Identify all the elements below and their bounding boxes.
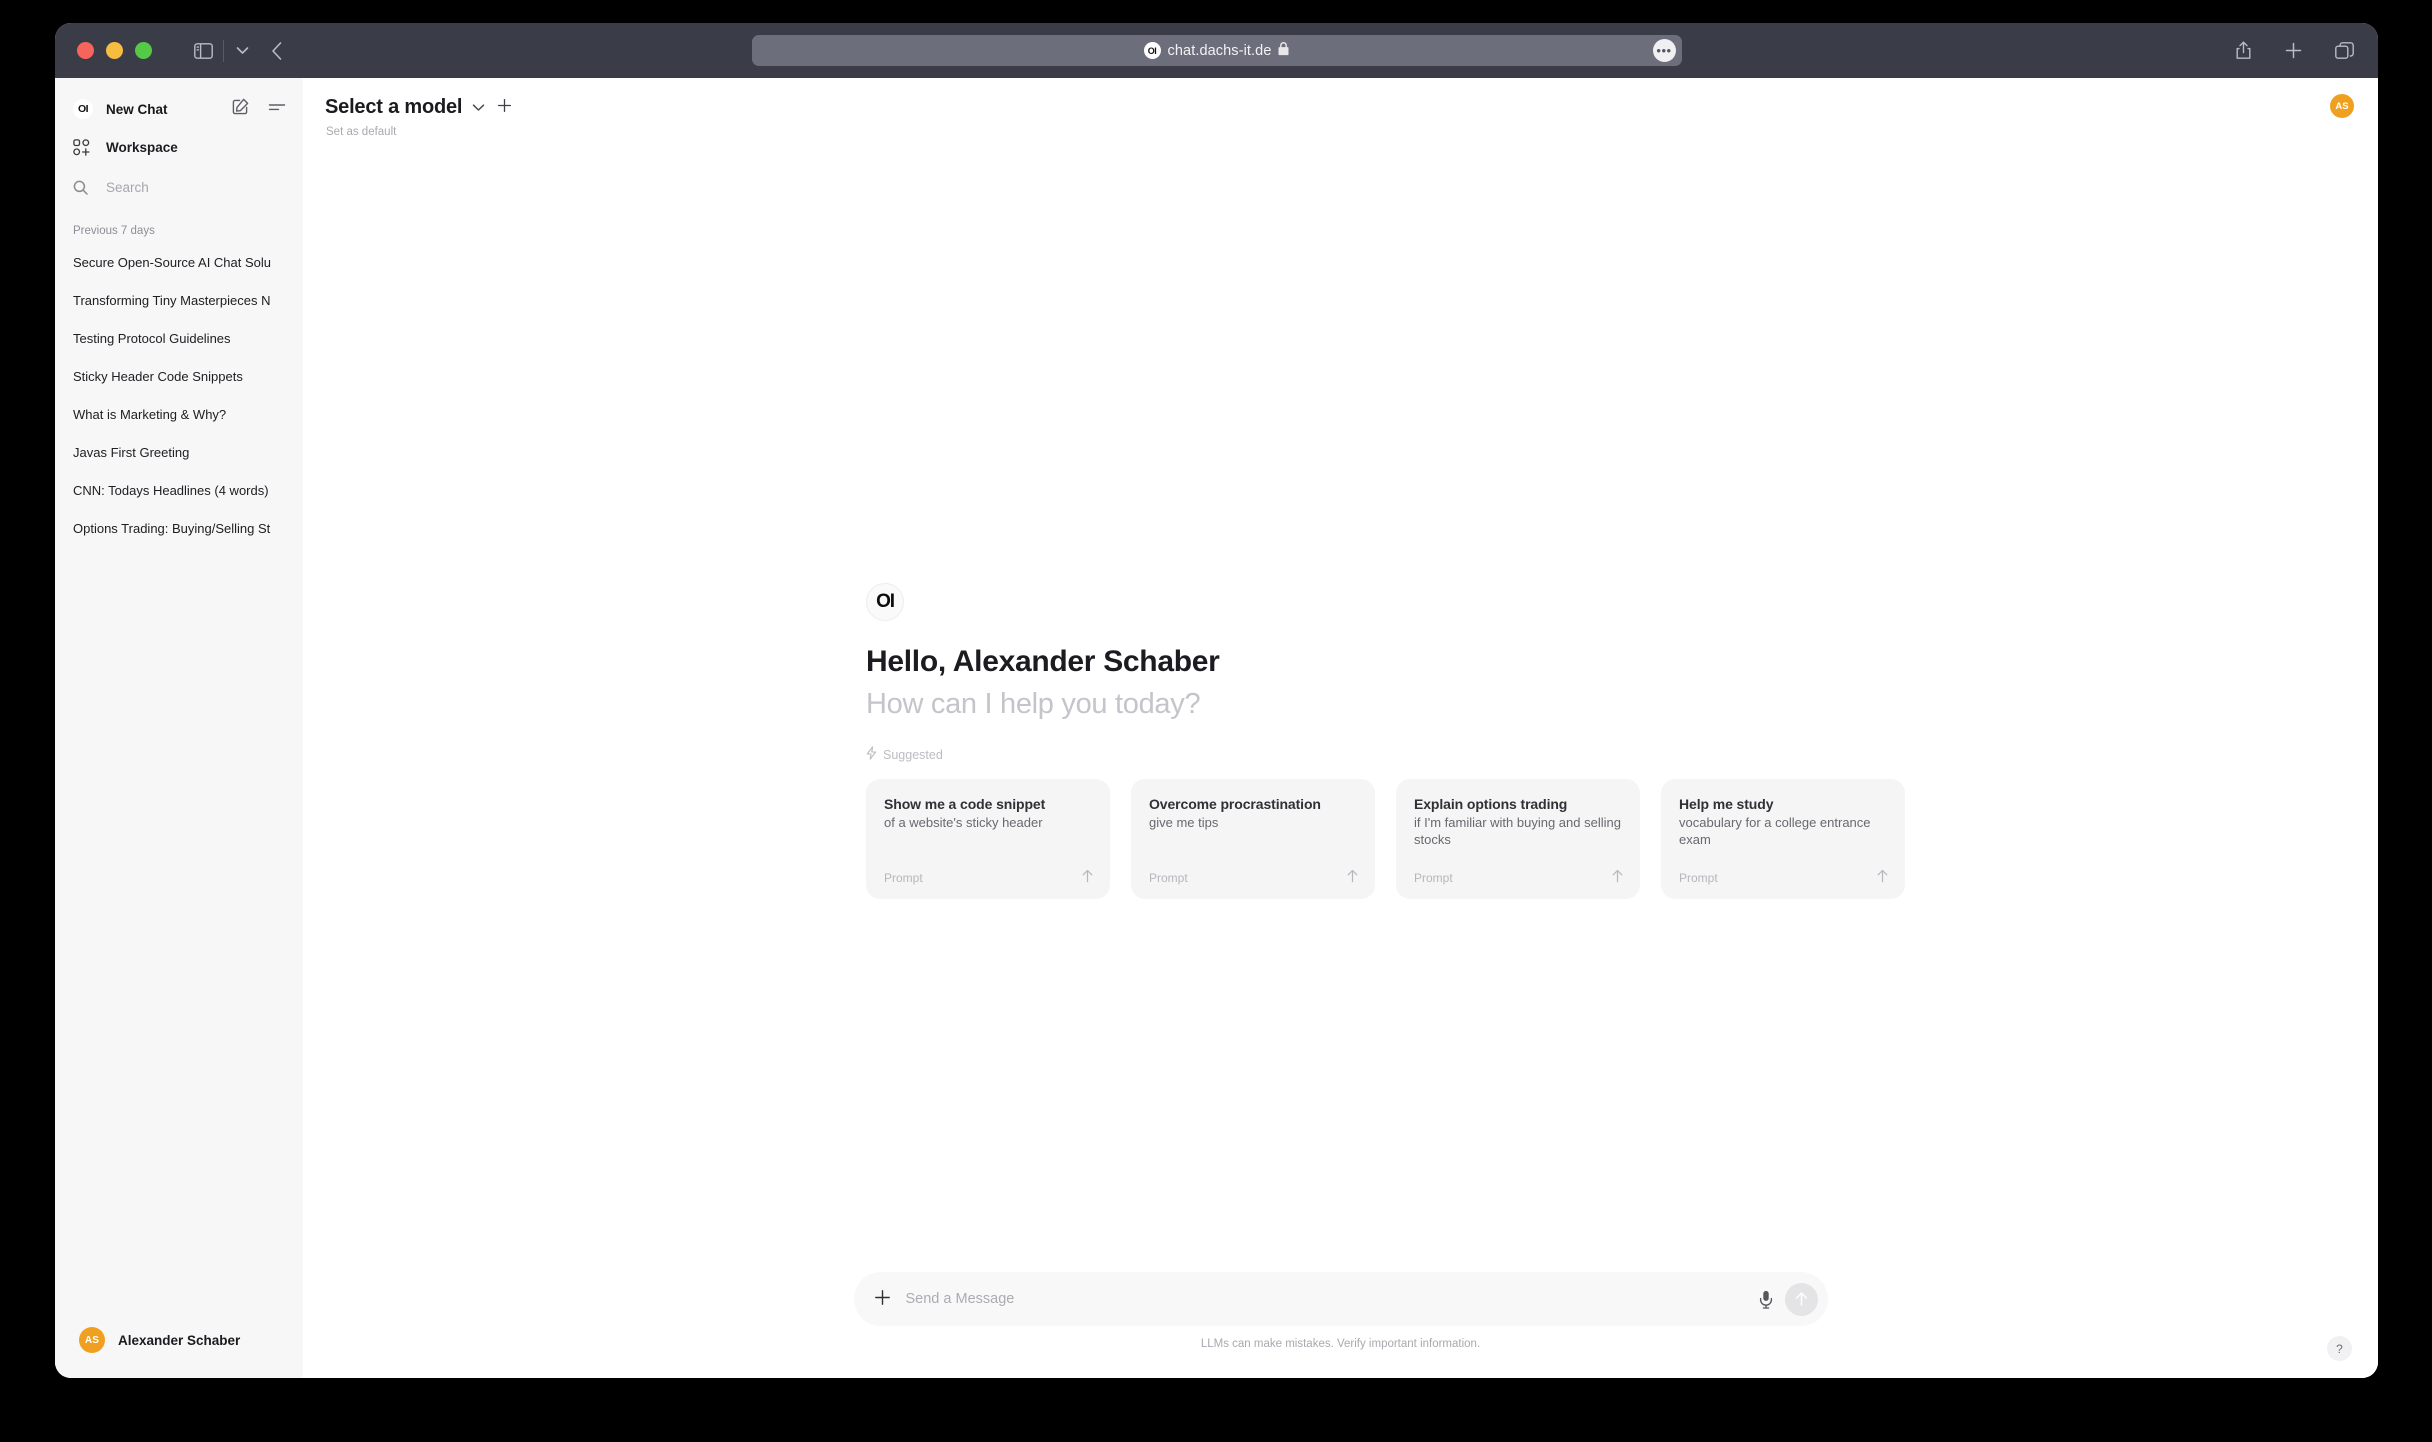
minimize-window-button[interactable] [106,42,123,59]
lock-icon [1278,42,1289,59]
model-bar: Select a model Set as default [303,78,2378,138]
app-logo: OI [866,583,904,621]
address-bar-more-button[interactable]: ••• [1652,39,1676,62]
suggestion-cards: Show me a code snippet of a website's st… [866,779,2266,899]
window-controls [77,42,152,59]
chat-title: CNN: Todays Headlines (4 words) [73,482,269,498]
card-title: Show me a code snippet [884,796,1046,812]
card-footer-label: Prompt [1149,870,1188,885]
arrow-up-icon [1611,869,1624,886]
microphone-icon[interactable] [1759,1290,1773,1309]
close-window-button[interactable] [77,42,94,59]
brand-logo: OI [73,99,93,119]
search-input[interactable] [106,180,276,195]
lightning-bolt-icon [866,746,877,763]
card-subtitle: of a website's sticky header [884,815,1043,830]
sidebar: OI New Chat Workspace Search Previous 7 … [55,78,303,1378]
attach-plus-icon[interactable] [874,1289,891,1310]
disclaimer-text: LLMs can make mistakes. Verify important… [1200,1338,1481,1350]
card-title: Help me study [1679,796,1774,812]
top-right-avatar[interactable]: AS [2330,94,2354,118]
search-row[interactable] [55,172,303,203]
chevron-down-icon[interactable] [236,46,249,55]
set-as-default-label[interactable]: Set as default [326,126,2378,138]
suggestion-card[interactable]: Show me a code snippet of a website's st… [866,779,1110,899]
message-composer[interactable] [853,1272,1828,1326]
browser-window: OI chat.dachs-it.de ••• OI New Chat Work… [55,23,2378,1378]
model-selector[interactable]: Select a model [325,96,462,119]
send-button[interactable] [1784,1282,1818,1316]
suggested-label: Suggested [883,747,943,762]
user-name: Alexander Schaber [118,1332,241,1348]
chat-title: Testing Protocol Guidelines [73,330,231,346]
help-button[interactable]: ? [2327,1336,2352,1361]
card-footer-label: Prompt [884,870,923,885]
arrow-up-icon [1346,869,1359,886]
arrow-up-icon [1081,869,1094,886]
list-item[interactable]: Transforming Tiny Masterpieces N [55,281,303,319]
list-item[interactable]: Options Trading: Buying/Selling St [55,509,303,547]
card-subtitle: give me tips [1149,815,1219,830]
chat-title: Options Trading: Buying/Selling St [73,520,271,536]
list-item[interactable]: What is Marketing & Why? [55,395,303,433]
add-model-plus-icon[interactable] [497,98,512,117]
chat-title: Secure Open-Source AI Chat Solu [73,254,272,270]
suggestion-card[interactable]: Explain options trading if I'm familiar … [1396,779,1640,899]
chat-list-toggle-icon[interactable] [268,100,286,118]
hero-section: OI Hello, Alexander Schaber How can I he… [866,583,2266,899]
list-item[interactable]: Secure Open-Source AI Chat Solu [55,243,303,281]
card-title: Overcome procrastination [1149,796,1321,812]
suggested-header: Suggested [866,746,2266,763]
edit-square-icon[interactable] [232,98,249,120]
chevron-down-icon[interactable] [472,103,485,112]
suggestion-card[interactable]: Overcome procrastination give me tips Pr… [1131,779,1375,899]
list-item[interactable]: Sticky Header Code Snippets [55,357,303,395]
sidebar-toggle-icon[interactable] [194,42,213,59]
share-icon[interactable] [2235,41,2252,60]
main-content: Select a model Set as default AS OI Hell… [303,78,2378,1378]
avatar: AS [79,1327,105,1353]
chat-title: What is Marketing & Why? [73,406,227,422]
toolbar-divider [223,39,224,62]
sidebar-user-button[interactable]: AS Alexander Schaber [67,1318,291,1362]
card-subtitle: vocabulary for a college entrance exam [1679,815,1871,847]
chat-list: Secure Open-Source AI Chat Solu Transfor… [55,243,303,547]
sidebar-header: OI New Chat [55,92,303,126]
maximize-window-button[interactable] [135,42,152,59]
app-body: OI New Chat Workspace Search Previous 7 … [55,78,2378,1378]
sidebar-item-label: Workspace [106,140,178,155]
card-subtitle: if I'm familiar with buying and selling … [1414,815,1621,847]
workspace-grid-icon [73,139,93,156]
sidebar-item-workspace[interactable]: Workspace [55,132,303,163]
message-input[interactable] [905,1291,1759,1307]
suggestion-card[interactable]: Help me study vocabulary for a college e… [1661,779,1905,899]
browser-toolbar: OI chat.dachs-it.de ••• [55,23,2378,78]
list-item[interactable]: Javas First Greeting [55,433,303,471]
card-footer-label: Prompt [1679,870,1718,885]
new-chat-label[interactable]: New Chat [106,102,168,117]
back-arrow-icon[interactable] [271,41,283,61]
url-text: chat.dachs-it.de [1167,42,1272,59]
search-icon [73,180,93,195]
address-bar[interactable]: OI chat.dachs-it.de ••• [751,35,1682,66]
chat-title: Javas First Greeting [73,444,190,460]
list-item[interactable]: CNN: Todays Headlines (4 words) [55,471,303,509]
arrow-up-icon [1876,869,1889,886]
composer-area: LLMs can make mistakes. Verify important… [303,1272,2378,1350]
new-tab-plus-icon[interactable] [2285,42,2302,59]
page-subtitle: How can I help you today? [866,688,1201,720]
chat-section-label: Previous 7 days [73,225,155,237]
chat-title: Sticky Header Code Snippets [73,368,243,384]
tab-overview-icon[interactable] [2335,41,2354,60]
card-footer-label: Prompt [1414,870,1453,885]
toolbar-right-actions [2235,23,2354,78]
site-favicon: OI [1143,42,1161,59]
chat-title: Transforming Tiny Masterpieces N [73,292,271,308]
card-title: Explain options trading [1414,796,1568,812]
list-item[interactable]: Testing Protocol Guidelines [55,319,303,357]
page-title: Hello, Alexander Schaber [866,645,1220,678]
